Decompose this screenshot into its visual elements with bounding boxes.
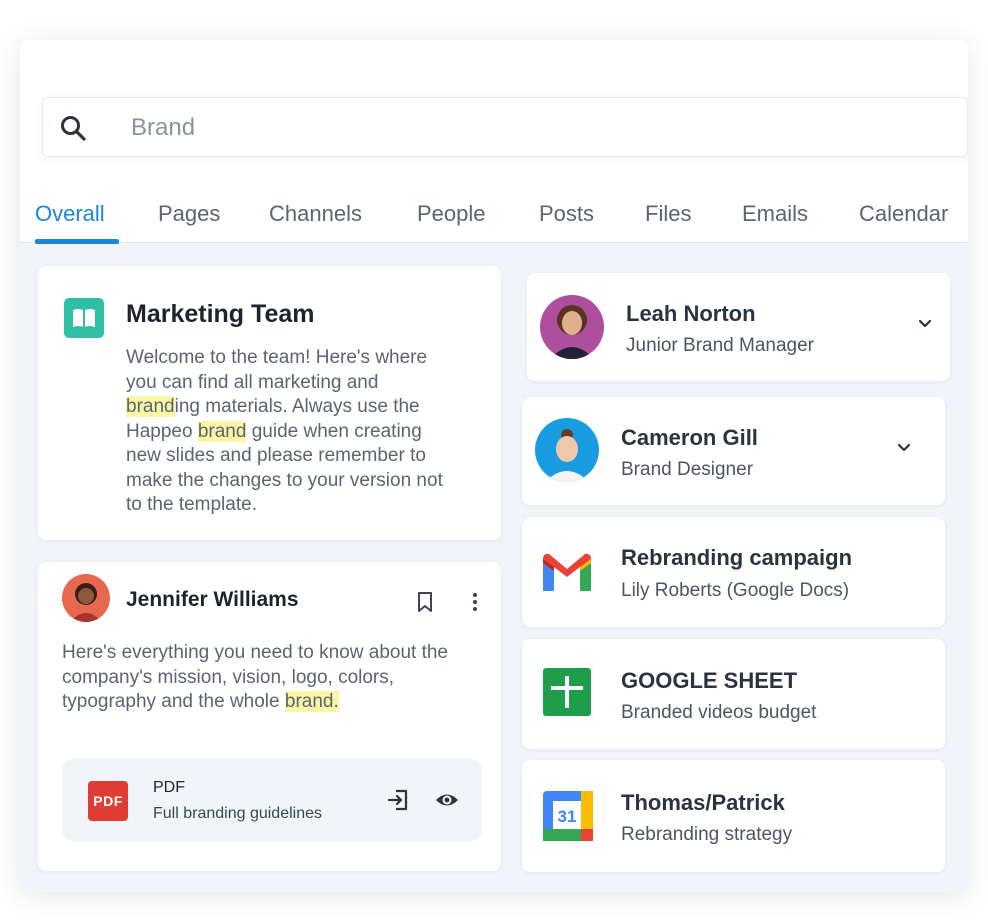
book-icon — [64, 298, 104, 338]
result-subtitle: Lily Roberts (Google Docs) — [621, 580, 850, 601]
avatar — [535, 418, 599, 482]
avatar — [540, 295, 604, 359]
preview-eye-icon[interactable] — [434, 789, 460, 811]
tab-calendar[interactable]: Calendar — [859, 201, 948, 227]
file-attachment[interactable]: PDF PDF Full branding guidelines — [62, 759, 482, 841]
post-author[interactable]: Jennifer Williams — [126, 588, 299, 612]
attachment-type: PDF — [153, 779, 185, 796]
post-card[interactable]: Jennifer Williams Here's everything you … — [38, 562, 501, 871]
gmail-icon — [543, 553, 591, 591]
file-result[interactable]: GOOGLE SHEET Branded videos budget — [522, 639, 945, 749]
tab-people[interactable]: People — [417, 201, 486, 227]
result-title: Rebranding campaign — [621, 545, 853, 570]
result-subtitle: Junior Brand Manager — [626, 335, 814, 356]
result-title: Thomas/Patrick — [621, 790, 785, 815]
calendar-result[interactable]: 31 Thomas/Patrick Rebranding strategy — [522, 760, 945, 872]
result-title: Cameron Gill — [621, 425, 758, 450]
result-subtitle: Rebranding strategy — [621, 824, 793, 845]
search-icon — [61, 116, 86, 141]
search-highlight: brand — [197, 420, 247, 442]
open-in-icon[interactable] — [386, 788, 410, 812]
more-options-icon[interactable] — [468, 590, 482, 614]
result-title: GOOGLE SHEET — [621, 668, 798, 693]
search-results-panel: Overall Pages Channels People Posts File… — [20, 40, 968, 892]
tab-emails[interactable]: Emails — [742, 201, 808, 227]
avatar[interactable] — [62, 574, 110, 622]
google-calendar-icon: 31 — [543, 791, 593, 841]
attachment-name[interactable]: Full branding guidelines — [153, 805, 322, 823]
person-result-cameron-gill[interactable]: Cameron Gill Brand Designer — [522, 397, 945, 505]
channel-description: Welcome to the team! Here's where you ca… — [126, 347, 443, 515]
person-result-leah-norton[interactable]: Leah Norton Junior Brand Manager — [527, 273, 950, 381]
bookmark-icon[interactable] — [416, 591, 434, 613]
post-body: Here's everything you need to know about… — [62, 642, 448, 712]
tab-pages[interactable]: Pages — [158, 201, 220, 227]
result-subtitle: Brand Designer — [621, 459, 754, 480]
chevron-down-icon[interactable] — [894, 437, 914, 457]
chevron-down-icon[interactable] — [915, 313, 935, 333]
search-highlight: brand. — [284, 691, 339, 712]
tab-bar: Overall Pages Channels People Posts File… — [20, 195, 968, 244]
pdf-file-icon: PDF — [88, 781, 128, 821]
email-result[interactable]: Rebranding campaign Lily Roberts (Google… — [522, 517, 945, 627]
channel-card-marketing-team[interactable]: Marketing Team Welcome to the team! Here… — [38, 266, 501, 540]
search-header: Overall Pages Channels People Posts File… — [20, 40, 968, 244]
active-tab-indicator — [35, 239, 119, 244]
tab-overall[interactable]: Overall — [35, 201, 105, 227]
tab-files[interactable]: Files — [645, 201, 691, 227]
tab-posts[interactable]: Posts — [539, 201, 594, 227]
result-title: Leah Norton — [626, 301, 756, 326]
search-highlight: brand — [126, 396, 175, 417]
tab-channels[interactable]: Channels — [269, 201, 362, 227]
google-sheets-icon — [543, 668, 591, 716]
calendar-day: 31 — [558, 807, 577, 826]
search-bar[interactable] — [42, 97, 968, 157]
result-subtitle: Branded videos budget — [621, 702, 817, 723]
search-input[interactable] — [131, 108, 931, 148]
channel-title[interactable]: Marketing Team — [126, 300, 314, 329]
